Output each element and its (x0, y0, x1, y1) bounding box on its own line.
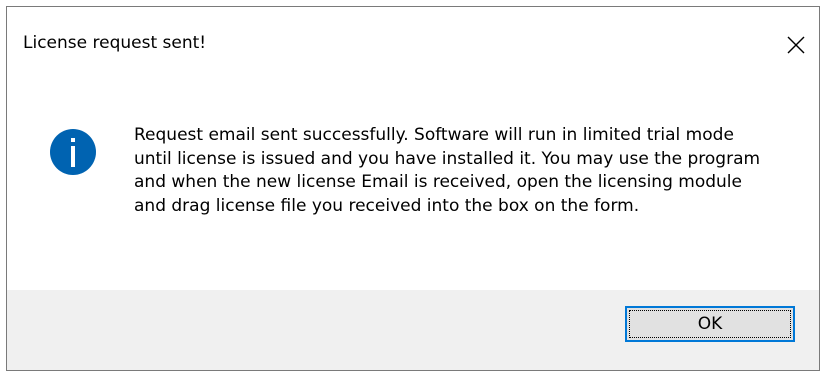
title-bar: License request sent! (7, 7, 819, 79)
info-icon (50, 129, 96, 175)
close-icon (787, 36, 805, 54)
close-button[interactable] (773, 25, 819, 65)
dialog-message: Request email sent successfully. Softwar… (134, 125, 761, 216)
dialog-footer: OK (7, 290, 819, 370)
ok-button-label: OK (697, 314, 723, 334)
dialog-title: License request sent! (23, 33, 207, 53)
dialog-body: Request email sent successfully. Softwar… (7, 79, 819, 291)
message-dialog: License request sent! Request email sent… (6, 6, 820, 371)
ok-button[interactable]: OK (625, 306, 795, 342)
